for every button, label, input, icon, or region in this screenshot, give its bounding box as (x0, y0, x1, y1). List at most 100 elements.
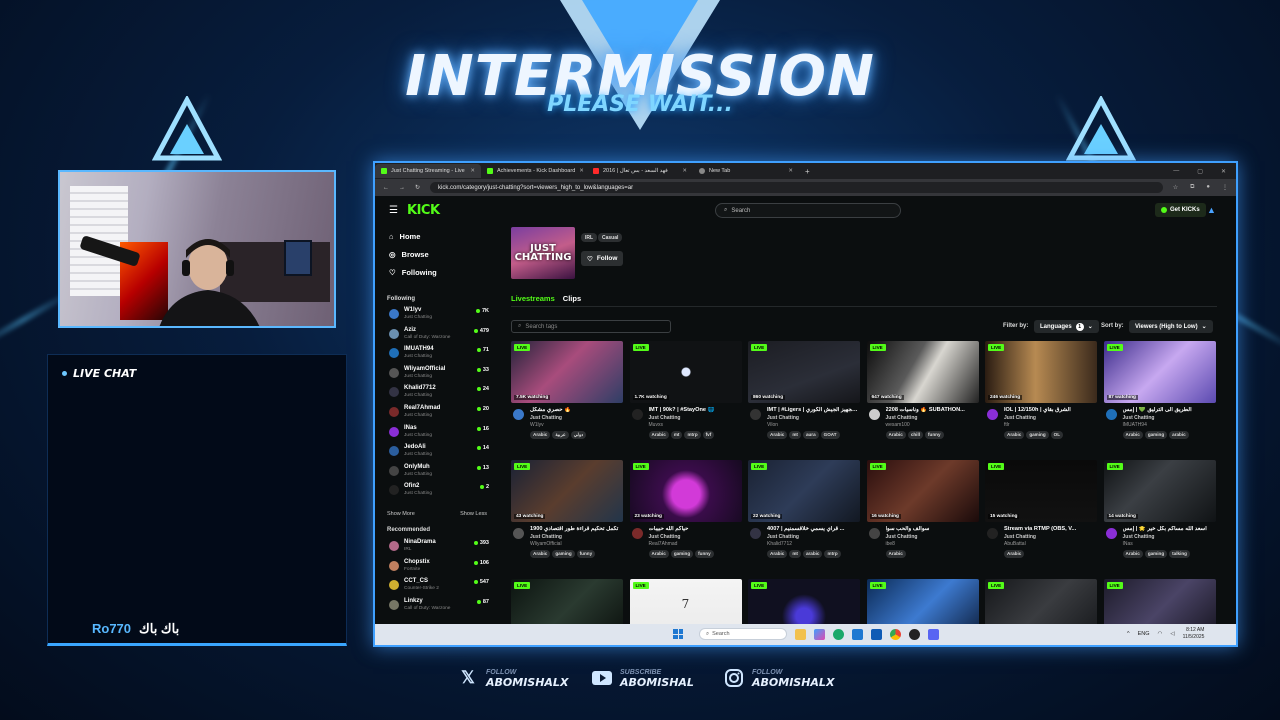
stream-tag[interactable]: mtrp (824, 550, 841, 558)
windows-start-icon[interactable] (673, 629, 683, 639)
sidebar-channel[interactable]: Ofin2 Just Chatting 2 (389, 483, 489, 501)
sidebar-channel[interactable]: IMUATH94 Just Chatting 71 (389, 346, 489, 364)
minimize-icon[interactable]: — (1173, 168, 1179, 175)
stream-tag[interactable]: عربية (552, 431, 569, 439)
stream-thumbnail[interactable]: LIVE 7.5K watching (511, 341, 623, 403)
stream-tag[interactable]: funny (576, 550, 596, 558)
stream-category[interactable]: Just Chatting (767, 534, 799, 540)
stream-thumbnail[interactable]: LIVE 23 watching (629, 460, 742, 522)
user-avatar[interactable]: ▲ (1207, 205, 1218, 216)
streamer-avatar[interactable] (1105, 528, 1117, 539)
discord-icon[interactable] (928, 629, 939, 640)
stream-thumbnail[interactable]: LIVE 43 watching (511, 460, 623, 522)
taskbar-clock[interactable]: 8:12 AM 11/5/2025 (1183, 627, 1205, 641)
stream-category[interactable]: Just Chatting (1004, 415, 1036, 421)
stream-tag[interactable]: funny (925, 431, 944, 439)
stream-tag[interactable]: mt (789, 550, 801, 558)
streamer-name[interactable]: Vilon (767, 422, 778, 428)
stream-category[interactable]: Just Chatting (530, 534, 562, 540)
kick-search-input[interactable]: ⌕ Search (715, 203, 901, 218)
stream-tag[interactable]: mtrp (684, 431, 701, 439)
profile-icon[interactable]: ● (1206, 184, 1210, 191)
stream-card[interactable]: LIVE 647 watching 2208 وناسيات 🔥 SUBATHON.… (866, 341, 979, 453)
streamer-name[interactable]: ftlr (1004, 422, 1010, 428)
stream-tag[interactable]: Arabic (530, 550, 551, 558)
close-tab-icon[interactable]: ✕ (579, 168, 584, 174)
url-field[interactable]: kick.com/category/just-chatting?sort=vie… (430, 182, 1163, 193)
stream-title[interactable]: IOL | 12/150h | الشرق بقاي (1004, 407, 1096, 413)
stream-title[interactable]: 2208 وناسيات 🔥 SUBATHON... (886, 407, 978, 413)
extensions-icon[interactable]: ⧉ (1190, 184, 1194, 191)
close-window-icon[interactable]: ✕ (1221, 168, 1226, 175)
stream-category[interactable]: Just Chatting (767, 415, 799, 421)
streamer-avatar[interactable] (513, 528, 524, 539)
streamer-name[interactable]: Muvxs (649, 422, 663, 428)
stream-category[interactable]: Just Chatting (1123, 415, 1155, 421)
sidebar-channel[interactable]: INas Just Chatting 16 (389, 425, 489, 443)
chrome-icon[interactable] (890, 629, 901, 640)
language-indicator[interactable]: ENG (1138, 631, 1150, 637)
close-tab-icon[interactable]: ✕ (788, 168, 793, 174)
stream-tag[interactable]: talking (1169, 550, 1190, 558)
stream-tag[interactable]: Arabic (648, 550, 669, 558)
stream-title[interactable]: IMT | #Ligers | وتجهيز الجيش الكوري ... (767, 407, 859, 413)
sort-dropdown[interactable]: Viewers (High to Low) ⌄ (1129, 320, 1213, 333)
stream-category[interactable]: Just Chatting (886, 415, 918, 421)
streamer-name[interactable]: W1lyv (530, 422, 544, 428)
stream-card[interactable]: LIVE 43 watching تكمل تحكيم قراءة طور اقتص… (511, 460, 623, 572)
stream-title[interactable]: أسعد الله مساكم بكل خير 🌟 | إمس (1123, 526, 1215, 532)
volume-icon[interactable]: ◁ (1170, 631, 1174, 637)
stream-thumbnail[interactable]: LIVE 22 watching (748, 460, 860, 522)
stream-tag[interactable]: chill (907, 431, 924, 439)
stream-tag[interactable]: Arabic (530, 431, 551, 439)
stream-tag[interactable]: arabic (802, 550, 823, 558)
browser-tab-dashboard[interactable]: Achievements - Kick Dashboard ✕ (481, 164, 587, 178)
stream-thumbnail[interactable]: LIVE 14 watching (1103, 460, 1216, 522)
streamer-name[interactable]: INas (1123, 541, 1133, 547)
streamer-avatar[interactable] (987, 409, 998, 420)
browser-tab-youtube[interactable]: 2016 | فهد السعد - بس تعال ✕ (587, 164, 693, 178)
outlook-icon[interactable] (871, 629, 882, 640)
get-kicks-button[interactable]: Get KICKs (1155, 203, 1206, 217)
obs-icon[interactable] (909, 629, 920, 640)
sidebar-channel[interactable]: OnlyMuh Just Chatting 13 (389, 464, 489, 482)
close-tab-icon[interactable]: ✕ (682, 168, 687, 174)
stream-category[interactable]: Just Chatting (649, 534, 681, 540)
stream-card[interactable]: LIVE 22 watching 4007 | قراي يسمي ‌خلاقسمن… (748, 460, 860, 572)
reload-icon[interactable]: ↻ (415, 184, 420, 191)
taskbar-search[interactable]: ⌕ Search (699, 628, 787, 640)
stream-tag[interactable]: Arabic (1004, 431, 1025, 439)
stream-thumbnail[interactable]: LIVE 647 watching (866, 341, 979, 403)
stream-tag[interactable]: arabic (1169, 431, 1189, 439)
streamer-avatar[interactable] (868, 409, 880, 420)
streamer-name[interactable]: Khalid7712 (767, 541, 792, 547)
stream-card[interactable]: LIVE 14 watching أسعد الله مساكم بكل خير 🌟… (1103, 460, 1216, 572)
stream-category[interactable]: Just Chatting (1123, 534, 1155, 540)
stream-title[interactable]: تكمل تحكيم قراءة طور اقتصادي 1900 (530, 526, 622, 532)
stream-card[interactable]: LIVE 87 watching الطريق الى الترليق 💚 | إم… (1103, 341, 1216, 453)
stream-tag[interactable]: fvf (702, 431, 715, 439)
browser-tab-newtab[interactable]: New Tab ✕ (693, 164, 799, 178)
wifi-icon[interactable]: ◠ (1158, 631, 1163, 637)
search-tags-input[interactable]: ⌕ Search tags (511, 320, 671, 333)
streamer-avatar[interactable] (750, 528, 761, 539)
streamer-avatar[interactable] (868, 528, 880, 539)
stream-title[interactable]: Stream via RTMP (OBS, V... (1004, 526, 1096, 532)
stream-title[interactable]: الطريق الى الترليق 💚 | إمس (1123, 407, 1215, 413)
languages-dropdown[interactable]: Languages 1 ⌄ (1034, 320, 1099, 333)
streamer-avatar[interactable] (1105, 409, 1117, 420)
forward-icon[interactable]: → (399, 185, 405, 191)
close-tab-icon[interactable]: ✕ (470, 168, 475, 174)
stream-thumbnail[interactable]: LIVE 15 watching (985, 460, 1097, 522)
kick-logo[interactable]: KICK (407, 203, 440, 218)
stream-tag[interactable]: aura (802, 431, 819, 439)
stream-tag[interactable]: gaming (1144, 550, 1168, 558)
stream-title[interactable]: سوالف والحب سوا (886, 526, 978, 532)
stream-tag[interactable]: gaming (1144, 431, 1168, 439)
stream-category[interactable]: Just Chatting (649, 415, 681, 421)
stream-tag[interactable]: دولي (570, 431, 587, 439)
streamer-avatar[interactable] (631, 409, 643, 420)
stream-card[interactable]: LIVE 860 watching IMT | #Ligers | وتجهيز ا… (748, 341, 860, 453)
stream-tag[interactable]: GOAT (820, 431, 840, 439)
menu-icon[interactable]: ⋮ (1222, 184, 1228, 191)
